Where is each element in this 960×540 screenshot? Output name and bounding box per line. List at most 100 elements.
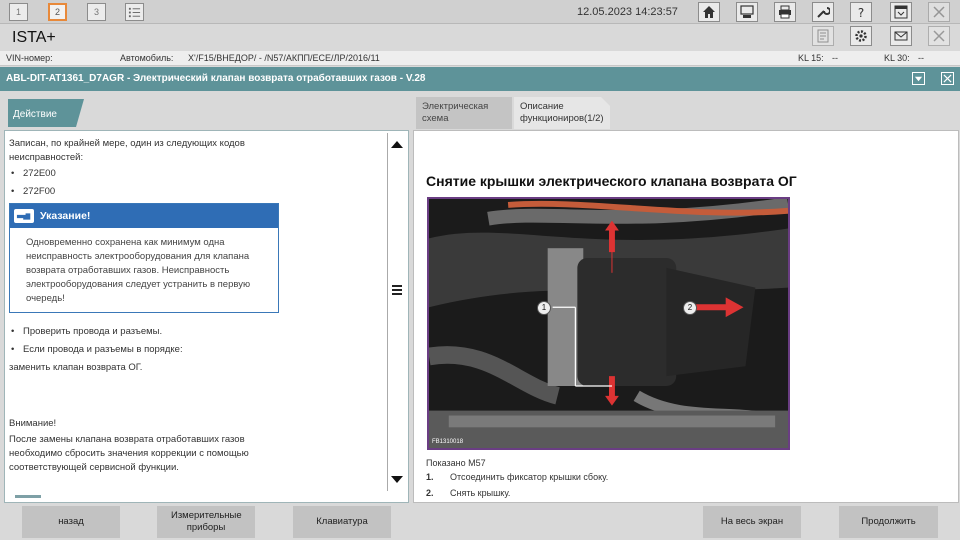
step-text: Снять крышку. xyxy=(450,488,511,498)
scroll-up-icon[interactable] xyxy=(391,141,403,148)
step-list: 1. Отсоединить фиксатор крышки сбоку. 2. С… xyxy=(426,472,608,502)
intro-text: Записан, по крайней мере, один из следую… xyxy=(9,138,245,163)
car-label: Автомобиль: xyxy=(120,53,174,63)
print-button[interactable] xyxy=(774,2,796,22)
tab-3-label: 3 xyxy=(93,7,99,17)
close-session-button[interactable] xyxy=(928,26,950,46)
vehicle-info-row: VIN-номер: Автомобиль: X'/F15/ВНЕДОР/ - … xyxy=(0,51,960,66)
note-text: Одновременно сохранена как минимум одна … xyxy=(26,237,251,304)
callout-1: 1 xyxy=(537,301,551,315)
step-item: 2. Снять крышку. xyxy=(426,488,608,498)
display-button[interactable] xyxy=(890,2,912,22)
step-number: 2. xyxy=(426,488,434,498)
header-menu-button[interactable] xyxy=(912,72,925,85)
car-value: X'/F15/ВНЕДОР/ - /N57/АКПП/ЕСЕ/ЛР/2016/1… xyxy=(188,53,380,63)
mail-button[interactable] xyxy=(890,26,912,46)
continue-button-label: Продолжить xyxy=(861,516,916,527)
tab-1-label: 1 xyxy=(15,7,21,17)
close-icon xyxy=(933,30,945,42)
notes-icon xyxy=(817,29,829,43)
tab-2-label: 2 xyxy=(54,7,60,17)
chevron-down-icon xyxy=(914,76,923,82)
document-title: Снятие крышки электрического клапана воз… xyxy=(426,173,797,189)
wrench-icon xyxy=(817,7,830,18)
home-button[interactable] xyxy=(698,2,720,22)
header-close-button[interactable] xyxy=(941,72,954,85)
scroll-down-icon[interactable] xyxy=(391,476,403,483)
kl30-value: -- xyxy=(918,53,924,63)
back-button-label: назад xyxy=(58,516,84,527)
settings-button[interactable] xyxy=(850,26,872,46)
help-button[interactable]: ? xyxy=(850,2,872,22)
datetime: 12.05.2023 14:23:57 xyxy=(577,6,678,18)
note-box: Указание! Одновременно сохранена как мин… xyxy=(9,203,279,313)
content-area: Действие Записан, по крайней мере, один … xyxy=(0,91,960,505)
test-plan-header: ABL-DIT-AT1361_D7AGR - Электрический кла… xyxy=(0,67,960,91)
help-icon: ? xyxy=(858,6,864,19)
tab-3-button[interactable]: 3 xyxy=(87,3,106,21)
close-icon xyxy=(943,74,952,83)
back-button[interactable]: назад xyxy=(22,506,120,538)
close-icon xyxy=(933,6,945,18)
page-title: ABL-DIT-AT1361_D7AGR - Электрический кла… xyxy=(6,73,426,84)
egr-valve-photo: 1 2 FB1310018 xyxy=(427,197,790,450)
tab-wiring-diagram-label: Электрическая схема xyxy=(422,101,489,124)
callout-2: 2 xyxy=(683,301,697,315)
keyboard-button-label: Клавиатура xyxy=(316,516,368,527)
scroll-thumb-icon[interactable] xyxy=(392,285,402,295)
home-icon xyxy=(703,6,715,18)
tab-action-label: Действие xyxy=(13,109,57,120)
document-panel: Снятие крышки электрического клапана воз… xyxy=(413,130,959,503)
notes-button[interactable] xyxy=(812,26,834,46)
horizontal-scroll-indicator[interactable] xyxy=(15,495,41,498)
measuring-devices-label: Измерительные приборы xyxy=(171,510,242,533)
display-icon xyxy=(894,5,908,19)
vin-label: VIN-номер: xyxy=(6,53,53,63)
vehicle-icon xyxy=(740,5,754,18)
tab-wiring-diagram[interactable]: Электрическая схема xyxy=(416,97,512,129)
list-button[interactable] xyxy=(125,3,144,21)
keyboard-button[interactable]: Клавиатура xyxy=(293,506,391,538)
measuring-devices-button[interactable]: Измерительные приборы xyxy=(157,506,255,538)
wrench-button[interactable] xyxy=(812,2,834,22)
tab-1-button[interactable]: 1 xyxy=(9,3,28,21)
vehicle-button[interactable] xyxy=(736,2,758,22)
image-code: FB1310018 xyxy=(432,439,464,445)
tab-2-button[interactable]: 2 xyxy=(48,3,67,21)
tab-action[interactable]: Действие xyxy=(8,99,84,127)
fullscreen-button[interactable]: На весь экран xyxy=(703,506,801,538)
tab-function-description-label: Описание функциониров(1/2) xyxy=(520,101,604,124)
app-title-bar: ISTA+ xyxy=(0,24,960,51)
kl30-label: KL 30: xyxy=(884,53,910,63)
attention-text: После замены клапана возврата отработавш… xyxy=(9,434,249,473)
fullscreen-button-label: На весь экран xyxy=(720,516,784,527)
top-toolbar: 1 2 3 12.05.2023 14:23:57 ? xyxy=(0,0,960,24)
print-icon xyxy=(779,5,791,19)
check-list: Проверить провода и разъемы. Если провод… xyxy=(9,325,283,357)
tab-function-description[interactable]: Описание функциониров(1/2) xyxy=(514,97,611,129)
code-list: 272E00 272F00 xyxy=(9,167,283,199)
kl15-value: -- xyxy=(832,53,838,63)
photo-caption: Показано M57 xyxy=(426,458,486,468)
action-instruction: заменить клапан возврата ОГ. xyxy=(9,362,143,373)
bottom-button-bar: назад Измерительные приборы Клавиатура Н… xyxy=(0,505,960,540)
step-text: Отсоединить фиксатор крышки сбоку. xyxy=(450,472,609,482)
app-title: ISTA+ xyxy=(12,29,56,46)
svg-text:?: ? xyxy=(858,6,864,19)
close-window-button[interactable] xyxy=(928,2,950,22)
note-title: Указание! xyxy=(40,210,91,222)
action-scrollbar[interactable] xyxy=(387,133,406,491)
fault-code: 272F00 xyxy=(9,185,283,199)
step-item: 1. Отсоединить фиксатор крышки сбоку. xyxy=(426,472,608,482)
continue-button[interactable]: Продолжить xyxy=(839,506,938,538)
action-panel: Записан, по крайней мере, один из следую… xyxy=(4,130,409,503)
check-item: Проверить провода и разъемы. xyxy=(9,325,283,339)
note-header: Указание! xyxy=(10,204,278,228)
pointing-hand-icon xyxy=(14,209,34,223)
mail-icon xyxy=(894,31,908,41)
fault-code: 272E00 xyxy=(9,167,283,181)
action-text: Записан, по крайней мере, один из следую… xyxy=(9,137,283,477)
settings-icon xyxy=(855,30,867,42)
kl15-label: KL 15: xyxy=(798,53,824,63)
attention-title: Внимание! xyxy=(9,418,57,429)
